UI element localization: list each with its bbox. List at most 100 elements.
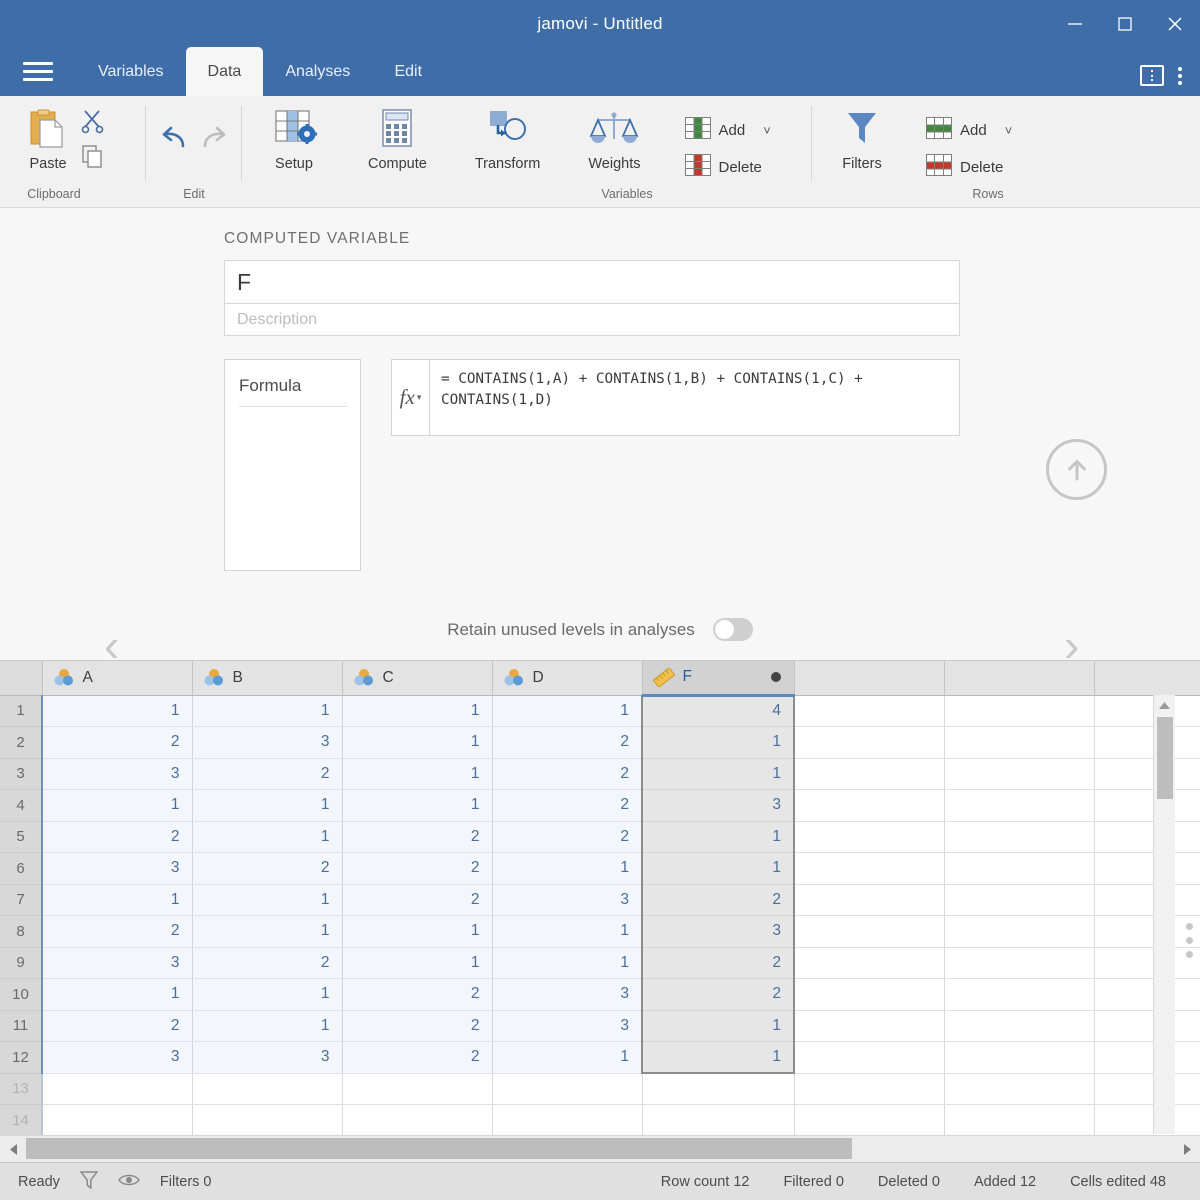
panel-toggle-icon[interactable]: [1140, 65, 1164, 86]
cell-empty-2[interactable]: [944, 727, 1094, 759]
cell-empty-3[interactable]: [1094, 1042, 1200, 1074]
cell-empty-2[interactable]: [944, 1105, 1094, 1137]
cell-f[interactable]: 1: [642, 758, 794, 790]
filter-icon[interactable]: [80, 1170, 98, 1194]
cell-empty-1[interactable]: [794, 1042, 944, 1074]
table-row[interactable]: 1 1 1 1 1 4: [0, 695, 1200, 727]
undo-button[interactable]: [157, 124, 191, 159]
retain-levels-toggle[interactable]: [713, 618, 753, 641]
cell-a[interactable]: 2: [42, 916, 192, 948]
cell-c[interactable]: [342, 1105, 492, 1137]
variable-add-chevron-down-icon[interactable]: ˅: [753, 123, 781, 138]
table-row[interactable]: 13: [0, 1073, 1200, 1105]
row-number[interactable]: 3: [0, 758, 42, 790]
row-number[interactable]: 6: [0, 853, 42, 885]
cell-b[interactable]: 1: [192, 790, 342, 822]
cell-f[interactable]: 1: [642, 1042, 794, 1074]
cell-empty-2[interactable]: [944, 695, 1094, 727]
cell-empty-2[interactable]: [944, 947, 1094, 979]
data-grid[interactable]: A B: [0, 660, 1200, 1162]
row-number[interactable]: 13: [0, 1073, 42, 1105]
tab-edit[interactable]: Edit: [372, 47, 444, 96]
cell-empty-1[interactable]: [794, 979, 944, 1011]
column-header-f[interactable]: F: [642, 661, 794, 695]
row-number[interactable]: 2: [0, 727, 42, 759]
scroll-right-arrow-icon[interactable]: [1174, 1143, 1200, 1156]
table-row[interactable]: 9 3 2 1 1 2: [0, 947, 1200, 979]
more-options-icon[interactable]: [1178, 67, 1194, 85]
panel-gripper[interactable]: [1186, 923, 1193, 958]
cell-empty-1[interactable]: [794, 853, 944, 885]
collapse-editor-button[interactable]: [1046, 439, 1107, 500]
cell-d[interactable]: 3: [492, 1010, 642, 1042]
cell-b[interactable]: 2: [192, 853, 342, 885]
cell-c[interactable]: 2: [342, 821, 492, 853]
cell-b[interactable]: 2: [192, 947, 342, 979]
table-row[interactable]: 2 2 3 1 2 1: [0, 727, 1200, 759]
cell-empty-3[interactable]: [1094, 1010, 1200, 1042]
weights-button[interactable]: Weights: [578, 104, 650, 172]
cell-empty-1[interactable]: [794, 821, 944, 853]
column-header-empty-3[interactable]: [1094, 661, 1200, 695]
cell-a[interactable]: 1: [42, 790, 192, 822]
table-row[interactable]: 12 3 3 2 1 1: [0, 1042, 1200, 1074]
cell-a[interactable]: 3: [42, 1042, 192, 1074]
cell-c[interactable]: 2: [342, 979, 492, 1011]
cell-d[interactable]: 2: [492, 821, 642, 853]
row-number[interactable]: 10: [0, 979, 42, 1011]
cell-d[interactable]: 1: [492, 853, 642, 885]
horizontal-scrollbar-thumb[interactable]: [26, 1138, 852, 1159]
table-row[interactable]: 8 2 1 1 1 3: [0, 916, 1200, 948]
cell-empty-3[interactable]: [1094, 853, 1200, 885]
cell-empty-1[interactable]: [794, 884, 944, 916]
cell-b[interactable]: 1: [192, 821, 342, 853]
cell-f[interactable]: [642, 1073, 794, 1105]
cell-b[interactable]: 1: [192, 979, 342, 1011]
cell-c[interactable]: 2: [342, 853, 492, 885]
cell-empty-2[interactable]: [944, 1010, 1094, 1042]
cell-empty-3[interactable]: [1094, 727, 1200, 759]
cell-empty-2[interactable]: [944, 979, 1094, 1011]
cell-empty-2[interactable]: [944, 790, 1094, 822]
cell-empty-3[interactable]: [1094, 916, 1200, 948]
row-number[interactable]: 8: [0, 916, 42, 948]
table-row[interactable]: 11 2 1 2 3 1: [0, 1010, 1200, 1042]
row-number[interactable]: 1: [0, 695, 42, 727]
cell-c[interactable]: 1: [342, 916, 492, 948]
cell-empty-2[interactable]: [944, 821, 1094, 853]
cell-empty-2[interactable]: [944, 853, 1094, 885]
cell-d[interactable]: 1: [492, 947, 642, 979]
vertical-scrollbar-thumb[interactable]: [1157, 717, 1173, 799]
cell-a[interactable]: 1: [42, 979, 192, 1011]
cell-empty-1[interactable]: [794, 1073, 944, 1105]
setup-button[interactable]: Setup: [260, 104, 328, 172]
formula-input[interactable]: = CONTAINS(1,A) + CONTAINS(1,B) + CONTAI…: [429, 359, 960, 436]
cell-f[interactable]: 3: [642, 790, 794, 822]
filters-button[interactable]: Filters: [830, 104, 894, 172]
cell-empty-1[interactable]: [794, 758, 944, 790]
cell-empty-3[interactable]: [1094, 821, 1200, 853]
cell-f[interactable]: 4: [642, 695, 794, 727]
cell-d[interactable]: [492, 1105, 642, 1137]
cell-a[interactable]: 2: [42, 821, 192, 853]
cell-c[interactable]: 1: [342, 947, 492, 979]
cell-c[interactable]: 2: [342, 1042, 492, 1074]
column-header-b[interactable]: B: [192, 661, 342, 695]
horizontal-scrollbar[interactable]: [0, 1135, 1200, 1162]
cell-a[interactable]: 3: [42, 853, 192, 885]
cell-f[interactable]: 2: [642, 947, 794, 979]
row-number[interactable]: 5: [0, 821, 42, 853]
cell-d[interactable]: 1: [492, 695, 642, 727]
cell-empty-1[interactable]: [794, 1010, 944, 1042]
column-header-a[interactable]: A: [42, 661, 192, 695]
cell-b[interactable]: 3: [192, 727, 342, 759]
cell-empty-1[interactable]: [794, 916, 944, 948]
cell-empty-2[interactable]: [944, 884, 1094, 916]
cell-c[interactable]: [342, 1073, 492, 1105]
cell-empty-3[interactable]: [1094, 1105, 1200, 1137]
cell-f[interactable]: 2: [642, 884, 794, 916]
cell-empty-3[interactable]: [1094, 1073, 1200, 1105]
cell-c[interactable]: 1: [342, 758, 492, 790]
tab-analyses[interactable]: Analyses: [263, 47, 372, 96]
cell-b[interactable]: 2: [192, 758, 342, 790]
